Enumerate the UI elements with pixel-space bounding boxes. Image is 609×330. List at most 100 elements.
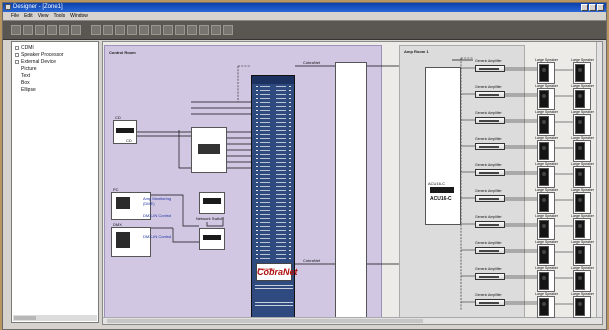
toolbar-button-icon[interactable] bbox=[199, 25, 209, 35]
tree-item-label: Ellipse bbox=[21, 87, 36, 93]
close-button[interactable] bbox=[597, 4, 604, 11]
port-column-left bbox=[256, 86, 258, 260]
tree-item-external-device[interactable]: External Device bbox=[15, 59, 56, 65]
menu-window[interactable]: Window bbox=[70, 12, 88, 20]
tree-item-label: External Device bbox=[21, 59, 57, 65]
dme-processor[interactable] bbox=[191, 127, 227, 173]
speaker-icon bbox=[539, 298, 549, 316]
toolbar-button-icon[interactable] bbox=[23, 25, 33, 35]
menu-file[interactable]: File bbox=[11, 12, 19, 20]
amplifier-device[interactable] bbox=[475, 91, 505, 98]
speaker-icon bbox=[539, 142, 549, 160]
toolbar-button-icon[interactable] bbox=[139, 25, 149, 35]
amplifier-device[interactable] bbox=[475, 299, 505, 306]
toolbar-button-icon[interactable] bbox=[175, 25, 185, 35]
amplifier-device[interactable] bbox=[475, 117, 505, 124]
speaker-label: Large Speaker bbox=[535, 110, 558, 114]
network-switch-device[interactable] bbox=[199, 192, 225, 214]
toolbar-button-icon[interactable] bbox=[151, 25, 161, 35]
amplifier-device[interactable] bbox=[475, 273, 505, 280]
speaker-label: Large Speaker bbox=[535, 58, 558, 62]
cobranet-connection-box[interactable] bbox=[335, 62, 367, 324]
port-labels-left bbox=[260, 86, 270, 260]
toolbar-button-icon[interactable] bbox=[71, 25, 81, 35]
minimize-button[interactable] bbox=[581, 4, 588, 11]
speaker-label: Large Speaker bbox=[535, 162, 558, 166]
speaker-icon bbox=[539, 64, 549, 82]
toolbar-button-icon[interactable] bbox=[163, 25, 173, 35]
amplifier-device[interactable] bbox=[475, 221, 505, 228]
toolbar-button-icon[interactable] bbox=[91, 25, 101, 35]
speaker-label: Large Speaker bbox=[571, 136, 594, 140]
monitor-icon bbox=[116, 197, 130, 209]
toolbar-button-icon[interactable] bbox=[47, 25, 57, 35]
amplifier-label: Generic Amplifier bbox=[475, 241, 502, 245]
maximize-button[interactable] bbox=[589, 4, 596, 11]
speaker-icon bbox=[539, 272, 549, 290]
monitoring-sub-label: (DME) bbox=[143, 201, 155, 206]
object-tree: CDMI Speaker Processor External Device P… bbox=[11, 41, 99, 323]
dmx-device[interactable] bbox=[111, 227, 151, 257]
tree-item-text[interactable]: Text bbox=[21, 73, 30, 79]
network-switch-label: Network Switch bbox=[196, 216, 224, 221]
toolbar-button-icon[interactable] bbox=[103, 25, 113, 35]
speaker-label: Large Speaker bbox=[535, 266, 558, 270]
toolbar-button-icon[interactable] bbox=[223, 25, 233, 35]
amplifier-device[interactable] bbox=[475, 65, 505, 72]
scroll-thumb[interactable] bbox=[14, 316, 36, 320]
speaker-icon bbox=[539, 246, 549, 264]
title-bar[interactable]: Designer - [Zone1] bbox=[3, 3, 606, 12]
tree-item-speaker-processor[interactable]: Speaker Processor bbox=[15, 52, 64, 58]
canvas-horizontal-scrollbar[interactable] bbox=[103, 317, 602, 324]
cd-player[interactable]: CD bbox=[113, 120, 137, 144]
toolbar-button-icon[interactable] bbox=[115, 25, 125, 35]
toolbar-button-icon[interactable] bbox=[59, 25, 69, 35]
network-switch-2[interactable] bbox=[199, 228, 225, 250]
tree-item-label: Picture bbox=[21, 66, 37, 72]
menu-edit[interactable]: Edit bbox=[24, 12, 33, 20]
toolbar-button-icon[interactable] bbox=[35, 25, 45, 35]
tree-item-picture[interactable]: Picture bbox=[21, 66, 37, 72]
tree-item-cdmi[interactable]: CDMI bbox=[15, 45, 34, 51]
window-title: Designer - [Zone1] bbox=[13, 4, 63, 10]
amplifier-device[interactable] bbox=[475, 247, 505, 254]
amplifier-label: Generic Amplifier bbox=[475, 215, 502, 219]
toolbar-button-icon[interactable] bbox=[127, 25, 137, 35]
tree-horizontal-scrollbar[interactable] bbox=[13, 315, 97, 321]
toolbar-button-icon[interactable] bbox=[11, 25, 21, 35]
acu-label: ACU16-C bbox=[428, 181, 446, 186]
amplifier-device[interactable] bbox=[475, 169, 505, 176]
speaker-icon bbox=[575, 142, 585, 160]
amplifier-label: Generic Amplifier bbox=[475, 59, 502, 63]
menu-bar: File Edit View Tools Window bbox=[3, 12, 606, 20]
speaker-label: Large Speaker bbox=[571, 162, 594, 166]
dmx-console-icon bbox=[116, 232, 130, 248]
scroll-thumb[interactable] bbox=[107, 319, 423, 323]
tree-item-ellipse[interactable]: Ellipse bbox=[21, 87, 36, 93]
amplifier-device[interactable] bbox=[475, 143, 505, 150]
toolbar-button-icon[interactable] bbox=[187, 25, 197, 35]
expand-icon[interactable] bbox=[15, 45, 19, 50]
menu-tools[interactable]: Tools bbox=[53, 12, 65, 20]
speaker-icon bbox=[539, 116, 549, 134]
amplifier-label: Generic Amplifier bbox=[475, 267, 502, 271]
acu16-c-device[interactable]: ACU16-C ACU16-C bbox=[425, 67, 461, 225]
tree-item-box[interactable]: Box bbox=[21, 80, 30, 86]
amplifier-device[interactable] bbox=[475, 195, 505, 202]
speaker-label: Large Speaker bbox=[535, 136, 558, 140]
canvas-vertical-scrollbar[interactable] bbox=[596, 42, 602, 324]
acu-big-label: ACU16-C bbox=[430, 196, 452, 202]
speaker-icon bbox=[575, 116, 585, 134]
cobranet-header bbox=[252, 76, 294, 84]
speaker-label: Large Speaker bbox=[571, 84, 594, 88]
expand-icon[interactable] bbox=[15, 59, 19, 64]
cobranet-unit[interactable]: Powered by CobraNet bbox=[251, 75, 298, 324]
design-canvas[interactable]: Control Room Amp Room 1 CD CD PC Amp Mon… bbox=[102, 41, 603, 325]
toolbar-button-icon[interactable] bbox=[211, 25, 221, 35]
expand-icon[interactable] bbox=[15, 52, 19, 57]
port-column-right bbox=[289, 86, 291, 260]
speaker-icon bbox=[539, 194, 549, 212]
cobranet-logo: Powered by CobraNet bbox=[256, 263, 298, 281]
menu-view[interactable]: View bbox=[38, 12, 49, 20]
speaker-icon bbox=[539, 220, 549, 238]
